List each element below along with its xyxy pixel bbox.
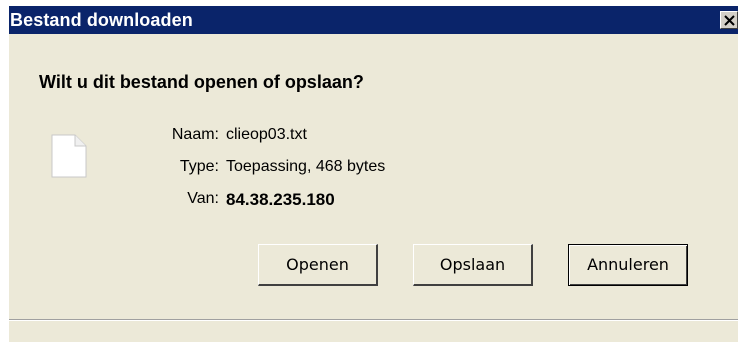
save-button[interactable]: Opslaan bbox=[413, 244, 533, 286]
file-source-label: Van: bbox=[187, 190, 219, 207]
download-dialog: Bestand downloaden Wilt u dit bestand op… bbox=[9, 6, 738, 342]
file-source-row: Van: 84.38.235.180 bbox=[9, 190, 738, 212]
file-type-row: Type: Toepassing, 468 bytes bbox=[9, 158, 738, 180]
dialog-question: Wilt u dit bestand openen of opslaan? bbox=[39, 72, 364, 92]
file-type-value: Toepassing, 468 bytes bbox=[226, 158, 386, 175]
divider-highlight bbox=[9, 320, 738, 321]
close-icon bbox=[724, 15, 735, 26]
title-bar[interactable]: Bestand downloaden bbox=[9, 6, 738, 34]
file-source-value: 84.38.235.180 bbox=[226, 190, 335, 209]
file-name-label: Naam: bbox=[171, 126, 219, 143]
open-button[interactable]: Openen bbox=[258, 244, 378, 286]
window-title: Bestand downloaden bbox=[10, 10, 193, 30]
file-name-value: clieop03.txt bbox=[226, 126, 307, 143]
close-button[interactable] bbox=[720, 11, 738, 29]
file-name-row: Naam: clieop03.txt bbox=[9, 126, 738, 148]
cancel-button[interactable]: Annuleren bbox=[568, 244, 688, 286]
file-type-label: Type: bbox=[179, 158, 219, 175]
